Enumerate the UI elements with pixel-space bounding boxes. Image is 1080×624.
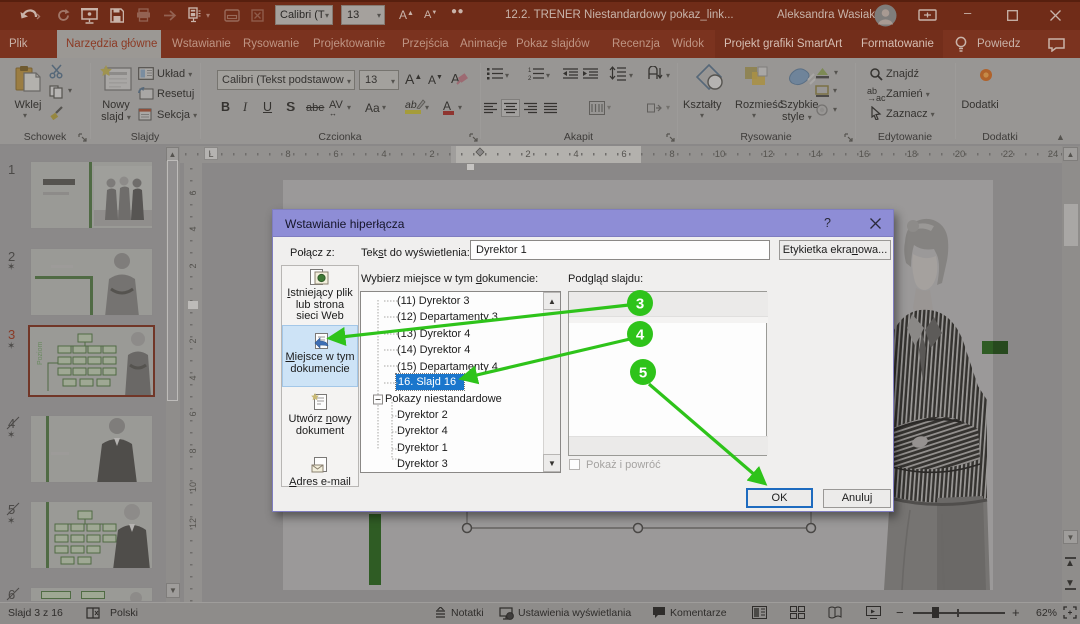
- svg-text:6: 6: [188, 411, 198, 416]
- svg-text:6: 6: [188, 190, 198, 195]
- svg-text:4: 4: [188, 226, 198, 231]
- svg-text:1: 1: [528, 68, 532, 74]
- svg-text:2: 2: [188, 338, 198, 343]
- svg-text:2: 2: [188, 263, 198, 268]
- svg-text:4: 4: [188, 375, 198, 380]
- svg-text:8: 8: [188, 448, 198, 453]
- svg-text:12: 12: [188, 518, 198, 528]
- svg-text:2: 2: [528, 76, 532, 80]
- svg-text:10: 10: [188, 482, 198, 492]
